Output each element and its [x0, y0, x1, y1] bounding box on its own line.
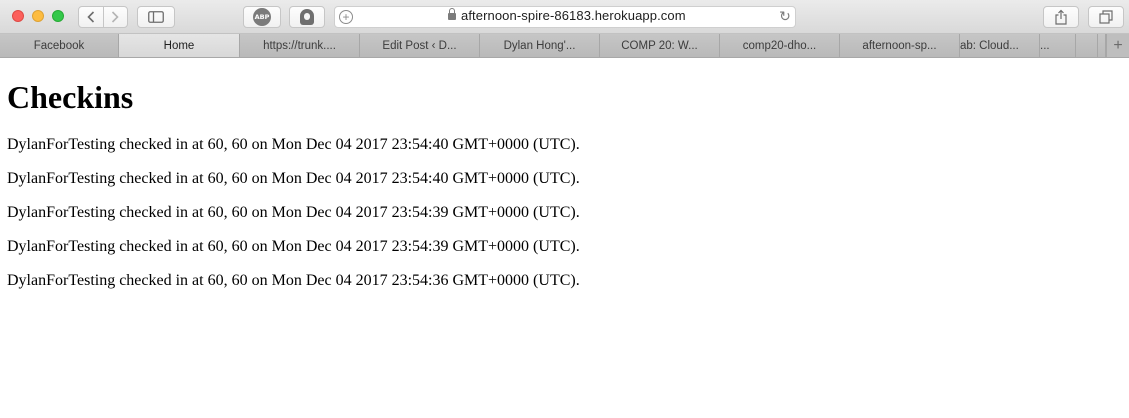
tab-bar: Facebook Home https://trunk.... Edit Pos…: [0, 34, 1129, 58]
sidebar-toggle-button[interactable]: [137, 6, 175, 28]
chevron-right-icon: [112, 11, 119, 23]
tab-collapsed-1[interactable]: [1076, 34, 1098, 57]
tab-overflow[interactable]: ...: [1040, 34, 1076, 57]
navigation-buttons: [78, 6, 128, 28]
tab-collapsed-2[interactable]: [1098, 34, 1106, 57]
browser-toolbar: ABP + afternoon-spire-86183.herokuapp.co…: [0, 0, 1129, 34]
tab-home[interactable]: Home: [119, 34, 240, 57]
tab-overview-button[interactable]: [1088, 6, 1124, 28]
ghost-icon: [300, 9, 314, 25]
tab-edit-post[interactable]: Edit Post ‹ D...: [360, 34, 480, 57]
checkin-entry: DylanForTesting checked in at 60, 60 on …: [7, 136, 580, 153]
tab-afternoon-spire[interactable]: afternoon-sp...: [840, 34, 960, 57]
maximize-window-button[interactable]: [52, 10, 64, 22]
forward-button[interactable]: [104, 7, 128, 27]
tab-dylan-hong[interactable]: Dylan Hong'...: [480, 34, 600, 57]
adblock-icon: ABP: [253, 8, 271, 26]
tab-facebook[interactable]: Facebook: [0, 34, 119, 57]
reload-icon[interactable]: ↻: [777, 9, 793, 25]
tab-comp20-dhong[interactable]: comp20-dho...: [720, 34, 840, 57]
add-bookmark-icon[interactable]: +: [339, 10, 353, 24]
ghostery-extension-button[interactable]: [289, 6, 325, 28]
new-tab-button[interactable]: +: [1106, 34, 1129, 57]
close-window-button[interactable]: [12, 10, 24, 22]
minimize-window-button[interactable]: [32, 10, 44, 22]
page-content: Checkins DylanForTesting checked in at 6…: [7, 78, 580, 306]
url-text[interactable]: afternoon-spire-86183.herokuapp.com: [461, 8, 686, 23]
plus-icon: +: [1113, 36, 1123, 54]
tab-cloud[interactable]: ab: Cloud...: [960, 34, 1040, 57]
share-button[interactable]: [1043, 6, 1079, 28]
page-title: Checkins: [7, 79, 134, 115]
checkin-entry: DylanForTesting checked in at 60, 60 on …: [7, 238, 580, 255]
back-button[interactable]: [79, 7, 104, 27]
share-icon: [1055, 9, 1067, 25]
tabs-icon: [1099, 10, 1113, 24]
tab-comp20[interactable]: COMP 20: W...: [600, 34, 720, 57]
chevron-left-icon: [87, 11, 94, 23]
tab-trunk[interactable]: https://trunk....: [240, 34, 360, 57]
checkin-entry: DylanForTesting checked in at 60, 60 on …: [7, 272, 580, 289]
sidebar-icon: [148, 11, 164, 23]
checkin-entry: DylanForTesting checked in at 60, 60 on …: [7, 170, 580, 187]
lock-icon: [448, 8, 456, 20]
adblock-extension-button[interactable]: ABP: [243, 6, 281, 28]
checkin-entry: DylanForTesting checked in at 60, 60 on …: [7, 204, 580, 221]
